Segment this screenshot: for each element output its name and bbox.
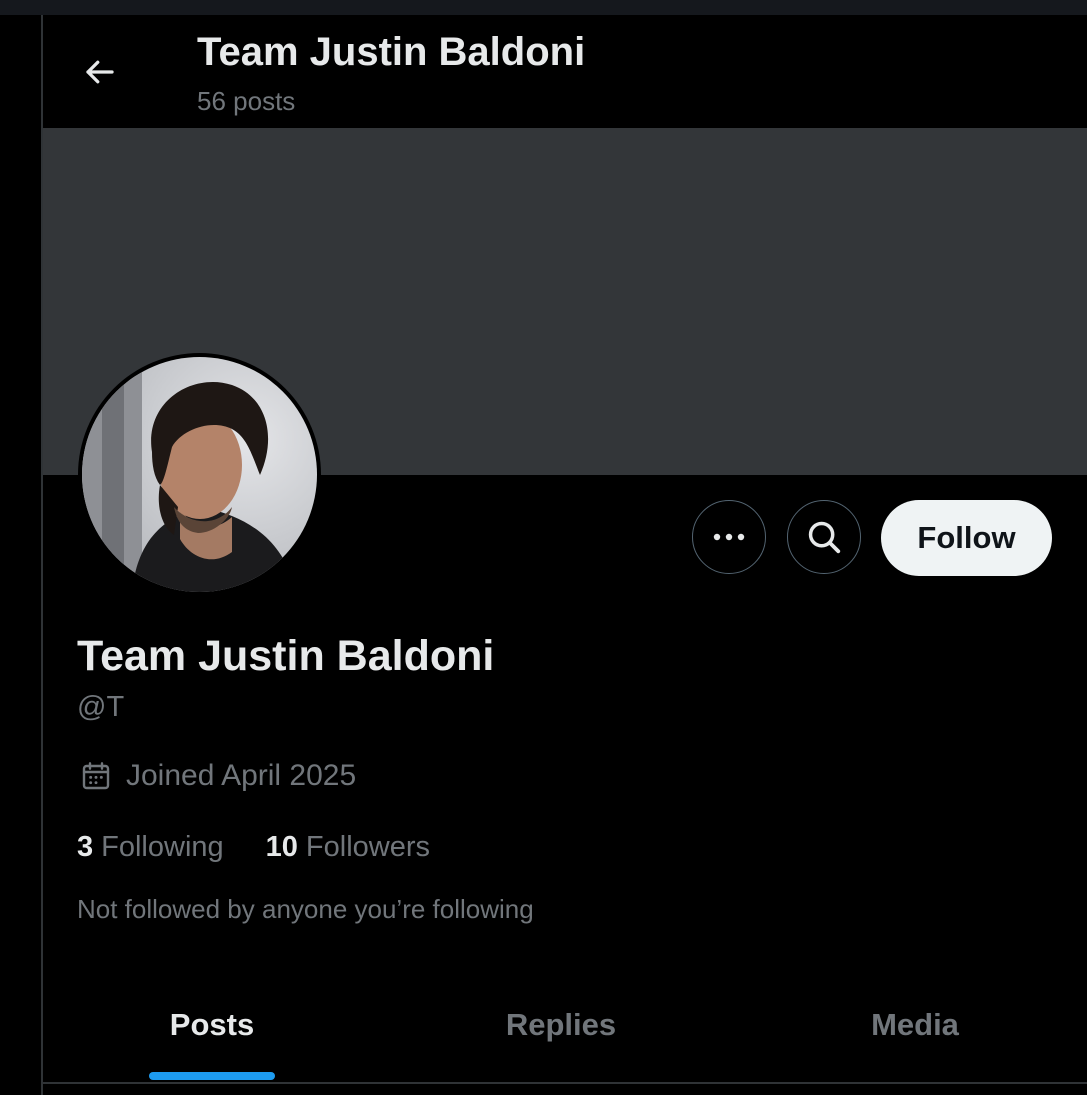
followed-by-note: Not followed by anyone you’re following: [77, 894, 534, 924]
search-profile-button[interactable]: [787, 500, 861, 574]
calendar-icon: [82, 762, 110, 790]
following-label: Following: [101, 830, 224, 863]
profile-tabs: Posts Replies Media: [43, 990, 1087, 1084]
tab-replies[interactable]: Replies: [461, 990, 661, 1082]
avatar[interactable]: [78, 353, 321, 596]
tab-label: Replies: [505, 1007, 617, 1042]
profile-handle: @T: [77, 691, 125, 723]
followers-label: Followers: [305, 830, 430, 863]
following-link[interactable]: 3 Following: [77, 831, 224, 864]
joined-date: Joined April 2025: [80, 757, 356, 795]
follow-stats: 3 Following 10 Followers: [77, 828, 430, 866]
more-button[interactable]: [692, 500, 766, 574]
back-button[interactable]: [79, 51, 121, 93]
post-count: 56 posts: [197, 86, 296, 116]
active-tab-indicator: [149, 1072, 275, 1080]
followers-count: 10: [265, 830, 298, 863]
more-horizontal-icon: [713, 533, 745, 541]
following-count: 3: [77, 830, 94, 863]
tab-posts[interactable]: Posts: [119, 990, 305, 1082]
search-icon: [808, 521, 841, 554]
profile-header: Team Justin Baldoni 56 posts: [43, 15, 1087, 128]
joined-text: Joined April 2025: [126, 759, 357, 792]
tab-label: Media: [871, 1007, 959, 1042]
followers-link[interactable]: 10 Followers: [266, 831, 430, 864]
header-title: Team Justin Baldoni: [197, 30, 586, 74]
arrow-left-icon: [86, 60, 114, 84]
tab-media[interactable]: Media: [815, 990, 1015, 1082]
profile-display-name: Team Justin Baldoni: [77, 632, 495, 680]
avatar-photo: [82, 357, 317, 592]
window-top-strip: [0, 0, 1087, 15]
tab-label: Posts: [169, 1007, 255, 1042]
follow-button[interactable]: Follow: [881, 500, 1052, 576]
